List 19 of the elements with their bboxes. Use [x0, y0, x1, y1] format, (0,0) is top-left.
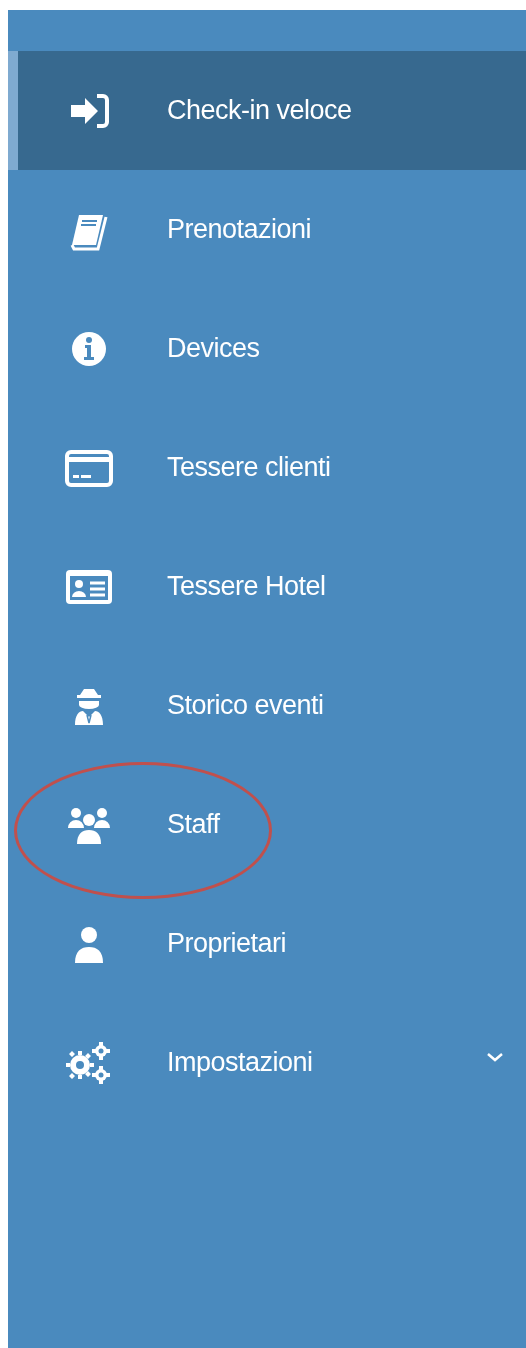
chevron-down-icon — [486, 1051, 504, 1063]
menu-item[interactable]: Impostazioni — [8, 1003, 526, 1122]
menu-label: Check-in veloce — [167, 94, 352, 128]
menu-label: Tessere Hotel — [167, 570, 326, 604]
menu-item[interactable]: Proprietari — [8, 884, 526, 1003]
menu-label: Proprietari — [167, 927, 287, 961]
menu-item[interactable]: Prenotazioni — [8, 170, 526, 289]
menu-label: Devices — [167, 332, 260, 366]
menu-label: Staff — [167, 808, 220, 842]
menu-label: Storico eventi — [167, 689, 324, 723]
menu-item[interactable]: Check-in veloce — [8, 51, 526, 170]
menu-label: Impostazioni — [167, 1046, 313, 1080]
menu-item[interactable]: Tessere Hotel — [8, 527, 526, 646]
menu-label: Tessere clienti — [167, 451, 331, 485]
menu-item[interactable]: Staff — [8, 765, 526, 884]
menu-label: Prenotazioni — [167, 213, 312, 247]
menu-item[interactable]: Storico eventi — [8, 646, 526, 765]
menu-item[interactable]: Devices — [8, 289, 526, 408]
menu-item[interactable]: Tessere clienti — [8, 408, 526, 527]
